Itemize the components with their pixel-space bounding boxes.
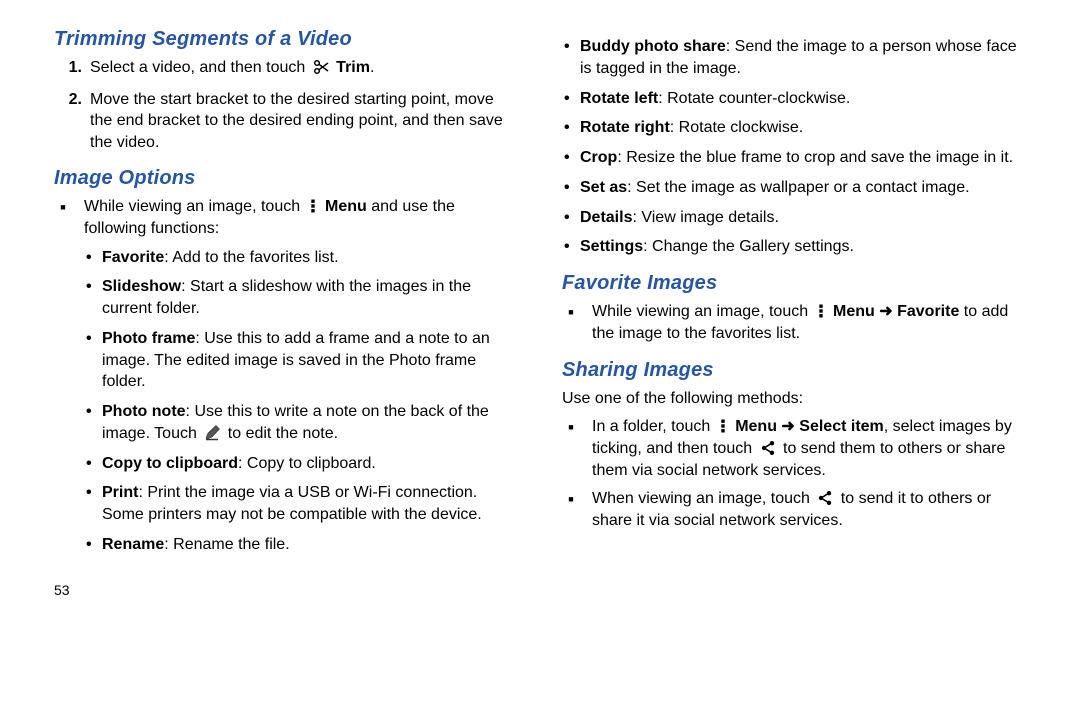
opt-print: Print: Print the image via a USB or Wi-F… <box>84 482 518 526</box>
label: Photo note <box>102 403 186 420</box>
steps-list: 1. Select a video, and then touch Trim. … <box>54 57 518 153</box>
label: Photo frame <box>102 330 195 347</box>
step-text: Select a video, and then touch Trim. <box>90 57 374 79</box>
label: Rotate right <box>580 119 670 136</box>
opt-rename: Rename: Rename the file. <box>84 534 518 556</box>
heading-sharing-images: Sharing Images <box>562 359 1026 382</box>
label: Favorite <box>102 249 164 266</box>
pencil-icon <box>204 425 220 441</box>
share-icon <box>760 440 776 456</box>
sharing-list: In a folder, touch Menu ➜ Select item, s… <box>562 416 1026 532</box>
sharing-intro: Use one of the following methods: <box>562 388 1026 410</box>
menu-label: Menu <box>325 198 367 215</box>
text: Select a video, and then touch <box>90 59 310 76</box>
left-column: Trimming Segments of a Video 1. Select a… <box>54 28 518 700</box>
step-1: 1. Select a video, and then touch Trim. <box>54 57 518 79</box>
desc: : Change the Gallery settings. <box>643 238 854 255</box>
text: . <box>370 59 374 76</box>
opt-details: Details: View image details. <box>562 207 1026 229</box>
favorite-images-block: While viewing an image, touch Menu ➜ Fav… <box>562 301 1026 345</box>
label: Settings <box>580 238 643 255</box>
opt-copy-clipboard: Copy to clipboard: Copy to clipboard. <box>84 453 518 475</box>
desc: : Resize the blue frame to crop and save… <box>617 149 1013 166</box>
menu-label: Menu <box>833 303 875 320</box>
right-column: Buddy photo share: Send the image to a p… <box>562 28 1026 700</box>
opt-rotate-right: Rotate right: Rotate clockwise. <box>562 117 1026 139</box>
label: Copy to clipboard <box>102 455 238 472</box>
options-bullets: Favorite: Add to the favorites list. Sli… <box>84 247 518 556</box>
step-number: 1. <box>54 57 82 79</box>
label: Rotate left <box>580 90 658 107</box>
opt-rotate-left: Rotate left: Rotate counter-clockwise. <box>562 88 1026 110</box>
label: Buddy photo share <box>580 38 726 55</box>
desc: : Print the image via a USB or Wi-Fi con… <box>102 484 482 523</box>
sharing-item-1: In a folder, touch Menu ➜ Select item, s… <box>562 416 1026 482</box>
label: Set as <box>580 179 627 196</box>
favorite-item: While viewing an image, touch Menu ➜ Fav… <box>562 301 1026 345</box>
text: While viewing an image, touch <box>592 303 813 320</box>
desc: : Rename the file. <box>164 536 289 553</box>
opt-favorite: Favorite: Add to the favorites list. <box>84 247 518 269</box>
desc: : Copy to clipboard. <box>238 455 376 472</box>
page-number: 53 <box>54 582 518 598</box>
options-bullets-cont: Buddy photo share: Send the image to a p… <box>562 36 1026 258</box>
opt-photo-frame: Photo frame: Use this to add a frame and… <box>84 328 518 393</box>
desc: : Rotate clockwise. <box>670 119 803 136</box>
text: While viewing an image, touch <box>84 198 305 215</box>
menu-label: Menu <box>735 418 777 435</box>
opt-crop: Crop: Resize the blue frame to crop and … <box>562 147 1026 169</box>
text: When viewing an image, touch <box>592 490 814 507</box>
select-item-label: Select item <box>799 418 883 435</box>
opt-settings: Settings: Change the Gallery settings. <box>562 236 1026 258</box>
label: Rename <box>102 536 164 553</box>
arrow-icon: ➜ <box>875 303 897 320</box>
share-icon <box>817 490 833 506</box>
desc: : Add to the favorites list. <box>164 249 338 266</box>
opt-slideshow: Slideshow: Start a slideshow with the im… <box>84 276 518 320</box>
menu-dots-icon <box>816 303 826 319</box>
step-text: Move the start bracket to the desired st… <box>90 89 518 154</box>
desc: : Set the image as wallpaper or a contac… <box>627 179 969 196</box>
sharing-item-2: When viewing an image, touch to send it … <box>562 488 1026 532</box>
arrow-icon: ➜ <box>777 418 799 435</box>
label: Print <box>102 484 138 501</box>
menu-dots-icon <box>308 198 318 214</box>
heading-image-options: Image Options <box>54 167 518 190</box>
favorite-label: Favorite <box>897 303 959 320</box>
label: Slideshow <box>102 278 181 295</box>
desc: : Rotate counter-clockwise. <box>658 90 850 107</box>
step-2: 2. Move the start bracket to the desired… <box>54 89 518 154</box>
menu-dots-icon <box>718 418 728 434</box>
opt-buddy-share: Buddy photo share: Send the image to a p… <box>562 36 1026 80</box>
opt-photo-note: Photo note: Use this to write a note on … <box>84 401 518 445</box>
heading-trimming: Trimming Segments of a Video <box>54 28 518 51</box>
scissors-icon <box>313 59 329 75</box>
trim-label: Trim <box>336 59 370 76</box>
label: Crop <box>580 149 617 166</box>
opt-set-as: Set as: Set the image as wallpaper or a … <box>562 177 1026 199</box>
step-number: 2. <box>54 89 82 154</box>
manual-page: Trimming Segments of a Video 1. Select a… <box>0 0 1080 720</box>
heading-favorite-images: Favorite Images <box>562 272 1026 295</box>
text: In a folder, touch <box>592 418 715 435</box>
desc: to edit the note. <box>223 425 338 442</box>
image-options-intro: While viewing an image, touch Menu and u… <box>54 196 518 563</box>
label: Details <box>580 209 632 226</box>
intro-item: While viewing an image, touch Menu and u… <box>54 196 518 563</box>
desc: : View image details. <box>632 209 778 226</box>
